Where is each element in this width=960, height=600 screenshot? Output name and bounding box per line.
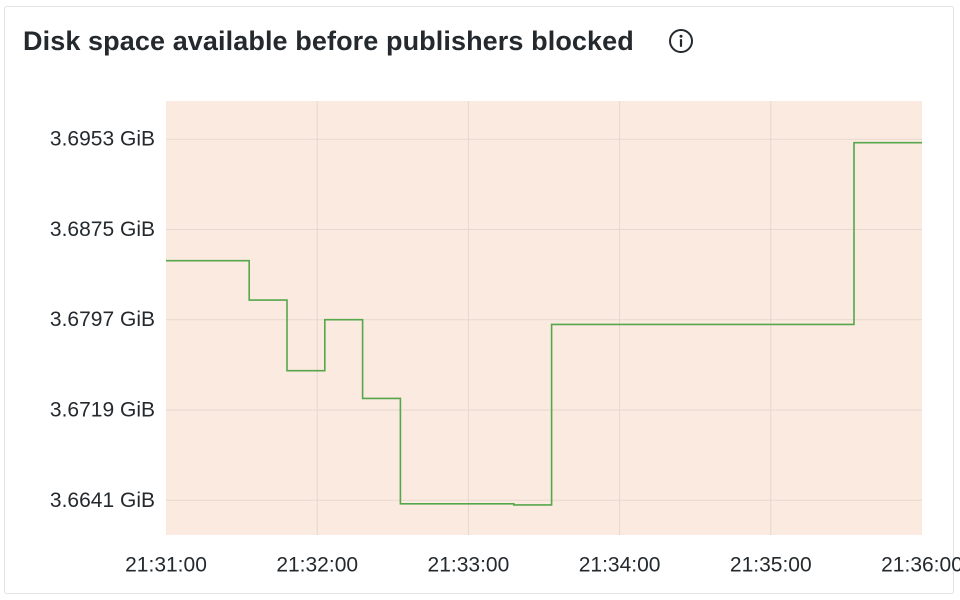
y-axis: 3.6953 GiB 3.6875 GiB 3.6797 GiB 3.6719 GiB…	[50, 128, 155, 512]
line-chart: 3.6953 GiB 3.6875 GiB 3.6797 GiB 3.6719 GiB…	[50, 101, 960, 577]
x-tick-label: 21:36:00	[881, 554, 960, 577]
y-tick-label: 3.6641 GiB	[50, 489, 155, 512]
x-tick-label: 21:31:00	[125, 554, 207, 577]
x-tick-label: 21:32:00	[276, 554, 358, 577]
plot-background	[166, 101, 922, 535]
y-tick-label: 3.6719 GiB	[50, 399, 155, 422]
x-axis: 21:31:00 21:32:00 21:33:00 21:34:00 21:35:00…	[125, 554, 960, 577]
y-tick-label: 3.6953 GiB	[50, 128, 155, 151]
y-tick-label: 3.6875 GiB	[50, 218, 155, 241]
x-tick-label: 21:34:00	[579, 554, 661, 577]
x-tick-label: 21:35:00	[730, 554, 812, 577]
x-tick-label: 21:33:00	[428, 554, 510, 577]
y-tick-label: 3.6797 GiB	[50, 308, 155, 331]
